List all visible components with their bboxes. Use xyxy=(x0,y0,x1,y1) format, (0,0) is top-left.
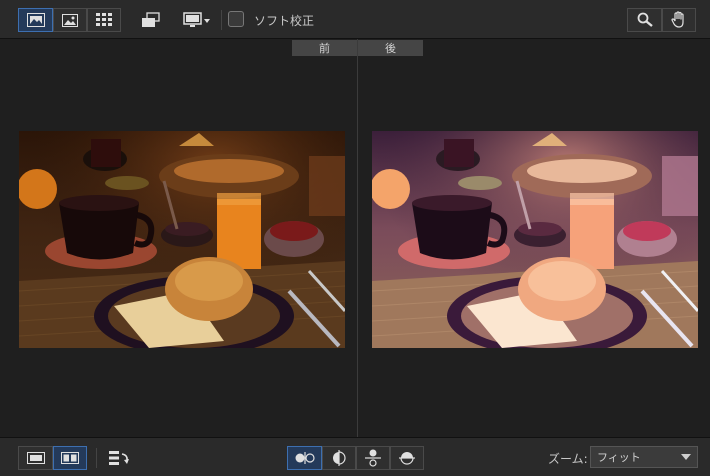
hand-tool-icon xyxy=(671,11,684,28)
single-image-view-button[interactable] xyxy=(18,8,53,32)
side-by-side-icon xyxy=(61,452,79,464)
monitor-dropdown-button[interactable] xyxy=(180,8,214,32)
grid-icon xyxy=(96,13,112,26)
split-half-button[interactable] xyxy=(322,446,356,470)
filmstrip-view-button[interactable] xyxy=(53,8,87,32)
tool-group xyxy=(627,8,696,32)
chevron-down-icon xyxy=(681,454,691,460)
after-image[interactable] xyxy=(372,131,698,348)
before-tab: 前 xyxy=(292,40,357,56)
monitor-dropdown-icon xyxy=(183,12,210,27)
compare-stage: 前 後 xyxy=(0,39,710,437)
before-photo-breakfast xyxy=(19,131,345,348)
zoom-tool-icon xyxy=(637,12,653,27)
grid-view-button[interactable] xyxy=(87,8,121,32)
after-tab: 後 xyxy=(358,40,423,56)
rotate-display-icon xyxy=(142,12,160,27)
split-horizontal-half-button[interactable] xyxy=(390,446,424,470)
split-vertical-button[interactable] xyxy=(287,446,322,470)
before-image[interactable] xyxy=(19,131,345,348)
split-horizontal-icon xyxy=(365,449,381,467)
soft-proof-checkbox[interactable] xyxy=(228,11,244,27)
view-mode-group xyxy=(18,8,121,32)
bottom-separator xyxy=(96,448,97,468)
compare-divider[interactable] xyxy=(357,39,358,437)
toolbar-separator xyxy=(221,10,222,30)
rotate-display-button[interactable] xyxy=(136,8,166,32)
single-image-icon xyxy=(26,13,45,27)
bottom-toolbar: ズーム: フィット xyxy=(0,437,710,476)
after-photo-breakfast xyxy=(372,131,698,348)
split-horizontal-button[interactable] xyxy=(356,446,390,470)
side-by-side-button[interactable] xyxy=(53,446,87,470)
split-horizontal-half-icon xyxy=(399,452,415,465)
top-toolbar: ソフト校正 xyxy=(0,0,710,39)
split-vertical-icon xyxy=(295,452,315,464)
zoom-value: フィット xyxy=(597,451,641,464)
zoom-label: ズーム: xyxy=(548,452,588,466)
zoom-tool-button[interactable] xyxy=(627,8,662,32)
zoom-dropdown[interactable]: フィット xyxy=(590,446,698,468)
single-view-button[interactable] xyxy=(18,446,53,470)
split-mode-group xyxy=(287,446,424,470)
single-view-icon xyxy=(26,452,45,464)
swap-icon xyxy=(109,451,129,465)
layout-group xyxy=(18,446,87,470)
soft-proof-label: ソフト校正 xyxy=(254,14,315,28)
filmstrip-icon xyxy=(62,13,78,27)
split-half-icon xyxy=(333,450,346,466)
hand-tool-button[interactable] xyxy=(662,8,696,32)
swap-button[interactable] xyxy=(104,446,134,470)
